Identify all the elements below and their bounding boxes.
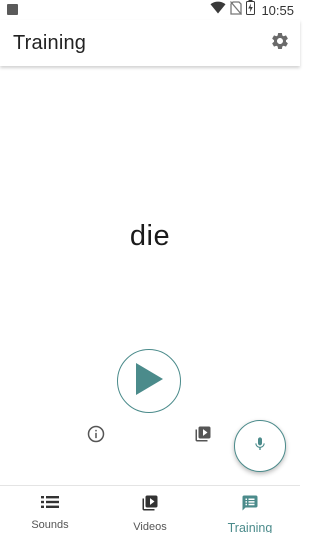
screen: 10:55 Training die Sounds Videos Trainin…	[0, 0, 300, 533]
video-library-button[interactable]	[193, 426, 213, 446]
video-library-icon	[194, 425, 212, 448]
status-time: 10:55	[261, 2, 294, 18]
mic-icon	[252, 435, 268, 458]
battery-charging-icon	[246, 0, 256, 20]
nav-item-videos[interactable]: Videos	[100, 486, 200, 533]
bottom-navigation: Sounds Videos Training	[0, 485, 300, 533]
status-icons: 10:55	[210, 0, 294, 20]
nav-label-sounds: Sounds	[31, 519, 69, 531]
nav-item-sounds[interactable]: Sounds	[0, 486, 100, 533]
no-sim-icon	[230, 0, 243, 20]
wifi-icon	[210, 1, 226, 19]
app-bar: Training	[0, 20, 300, 66]
video-library-icon	[141, 494, 159, 517]
list-icon	[41, 494, 59, 515]
settings-button[interactable]	[268, 31, 292, 55]
training-word: die	[129, 220, 171, 252]
nav-label-videos: Videos	[133, 521, 167, 533]
page-title: Training	[13, 32, 87, 54]
notification-square-icon	[7, 4, 18, 15]
play-button[interactable]	[117, 349, 181, 413]
nav-item-training[interactable]: Training	[200, 486, 300, 533]
chat-list-icon	[241, 494, 259, 517]
nav-label-training: Training	[227, 521, 273, 533]
gear-icon	[270, 31, 290, 56]
info-button[interactable]	[86, 425, 106, 448]
play-icon	[132, 361, 166, 402]
record-mic-button[interactable]	[234, 420, 286, 472]
info-icon	[87, 425, 105, 448]
status-bar: 10:55	[0, 0, 300, 20]
